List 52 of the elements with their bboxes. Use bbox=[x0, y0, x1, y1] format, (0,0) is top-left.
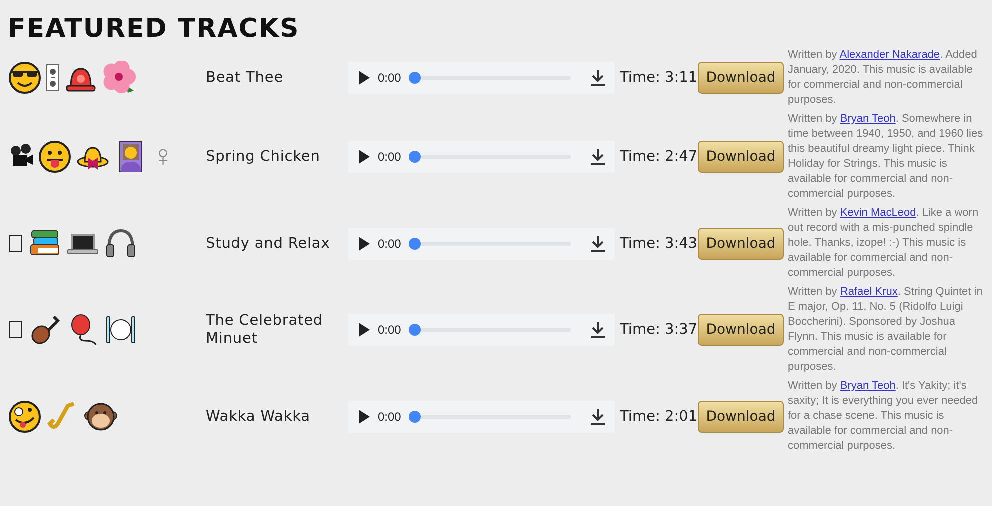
track-description: Written by Rafael Krux. String Quintet in E major, Op. 11, No. 5 (Ridolfo Luigi Boccherini). Sponsored by Joshua Flynn. This music is available for commercial and non-commercial purposes. bbox=[788, 285, 984, 375]
current-time: 0:00 bbox=[378, 323, 402, 337]
track-description: Written by Bryan Teoh. Somewhere in time between 1940, 1950, and 1960 lies this beautiful dreamy light piece. Think Holiday for Strings. This music is available for commercial and non-commercial purposes. bbox=[788, 112, 984, 202]
download-button[interactable]: Download bbox=[698, 400, 784, 432]
track-title: Wakka Wakka bbox=[206, 408, 312, 426]
author-link[interactable]: Bryan Teoh bbox=[840, 113, 896, 125]
track-description: Written by Bryan Teoh. It's Yakity; it's saxity; It is everything you ever needed for a chase scene. This music is available for commercial and non-commercial purposes. bbox=[788, 379, 980, 454]
track-title: The Celebrated Minuet bbox=[206, 312, 324, 348]
hibiscus-icon bbox=[102, 61, 136, 95]
current-time: 0:00 bbox=[378, 150, 402, 164]
download-icon[interactable] bbox=[591, 236, 605, 252]
play-icon[interactable] bbox=[358, 323, 370, 337]
author-link[interactable]: Kevin MacLeod bbox=[840, 207, 916, 219]
seek-thumb[interactable] bbox=[409, 238, 422, 250]
download-icon[interactable] bbox=[591, 408, 605, 424]
play-icon[interactable] bbox=[358, 71, 370, 85]
tongue-face-icon bbox=[38, 140, 72, 174]
download-button[interactable]: Download bbox=[698, 228, 784, 260]
track-duration: Time: 3:43 bbox=[619, 236, 698, 252]
zany-face-icon bbox=[8, 400, 42, 434]
download-button[interactable]: Download bbox=[698, 314, 784, 346]
headphones-icon bbox=[104, 226, 138, 260]
author-link[interactable]: Alexander Nakarade bbox=[840, 49, 940, 61]
track-duration: Time: 2:47 bbox=[619, 149, 698, 165]
current-time: 0:00 bbox=[378, 410, 402, 424]
download-button[interactable]: Download bbox=[698, 62, 784, 94]
download-icon[interactable] bbox=[591, 322, 605, 338]
download-button[interactable]: Download bbox=[698, 141, 784, 173]
page-title: FEATURED TRACKS bbox=[8, 14, 301, 44]
track-title: Spring Chicken bbox=[206, 148, 322, 166]
track-duration: Time: 3:11 bbox=[619, 70, 698, 86]
current-time: 0:00 bbox=[378, 71, 402, 85]
seek-thumb[interactable] bbox=[409, 151, 422, 163]
author-link[interactable]: Bryan Teoh bbox=[840, 380, 896, 392]
female-sign: ♀ bbox=[152, 140, 174, 174]
track-duration: Time: 2:01 bbox=[619, 408, 698, 424]
play-icon[interactable] bbox=[358, 150, 370, 164]
track-description: Written by Kevin MacLeod. Like a worn out record with a mis-punched spindle hole. Thanks, izope! :-) This music is available for commercial and non-commercial purposes. bbox=[788, 206, 980, 281]
seek-thumb[interactable] bbox=[409, 72, 422, 84]
seek-thumb[interactable] bbox=[409, 324, 422, 336]
track-duration: Time: 3:37 bbox=[619, 322, 698, 338]
author-link[interactable]: Rafael Krux bbox=[840, 286, 898, 298]
download-icon[interactable] bbox=[591, 149, 605, 165]
play-icon[interactable] bbox=[358, 236, 370, 250]
track-title: Study and Relax bbox=[206, 234, 332, 252]
download-icon[interactable] bbox=[591, 70, 605, 86]
play-icon[interactable] bbox=[358, 410, 370, 424]
current-time: 0:00 bbox=[378, 236, 402, 250]
track-title: Beat Thee bbox=[206, 69, 285, 87]
track-description: Written by Alexander Nakarade. Added January, 2020. This music is available for commercial and non-commercial purposes. bbox=[788, 48, 978, 108]
sunglasses-face-icon bbox=[8, 61, 42, 95]
seek-thumb[interactable] bbox=[409, 410, 422, 422]
